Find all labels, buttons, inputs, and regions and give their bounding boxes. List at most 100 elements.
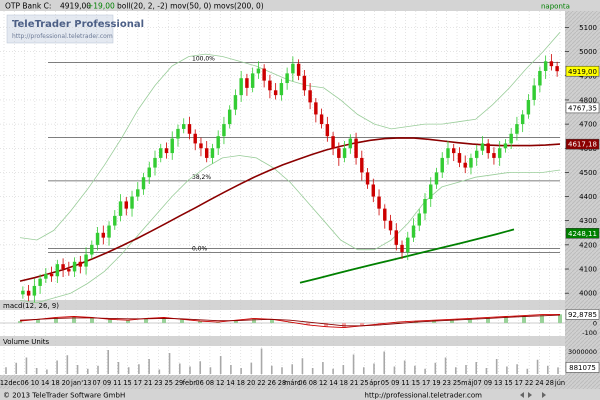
x-tick-label: 06	[20, 379, 28, 387]
y-tick-label: 4100	[579, 266, 597, 274]
x-tick-label: 25	[165, 379, 173, 387]
macd-histogram-bar	[252, 318, 256, 323]
y-tick-label: 4400	[579, 193, 597, 201]
candle-body	[84, 254, 88, 267]
macd-histogram-bar	[18, 321, 22, 323]
copyright-text: © 2013 TeleTrader Software GmbH	[3, 392, 125, 400]
candle-body	[21, 290, 25, 295]
x-tick-label: 05	[381, 379, 389, 387]
volume-label-bar	[0, 336, 565, 346]
candle-body	[429, 184, 433, 199]
instrument-name: OTP Bank C:	[5, 2, 51, 11]
x-tick-label: jún	[554, 379, 565, 387]
x-tick-label: 22	[525, 379, 533, 387]
candle-body	[95, 232, 100, 245]
candle-body	[331, 136, 335, 149]
candle-body	[159, 148, 163, 158]
candle-body	[348, 138, 353, 149]
x-tick-label: 28	[546, 379, 554, 387]
x-tick-label: 14	[329, 379, 337, 387]
candle-body	[337, 148, 341, 158]
candle-body	[164, 148, 169, 154]
macd-tick-label: 0	[593, 320, 597, 328]
macd-histogram-bar	[108, 319, 112, 323]
candle-body	[210, 148, 215, 158]
x-tick-label: 23	[443, 379, 451, 387]
candle-body	[101, 232, 106, 238]
price-label-text: 4919,00	[568, 68, 597, 76]
candle-body	[124, 201, 128, 209]
x-tick-label: 20	[62, 379, 70, 387]
x-tick-label: 26	[268, 379, 276, 387]
candle-body	[279, 83, 284, 96]
macd-histogram-bar	[558, 314, 562, 323]
macd-panel-label: macd(12, 26, 9)	[3, 302, 59, 310]
x-tick-label: 06	[195, 379, 203, 387]
candle-body	[182, 124, 186, 129]
candle-body	[543, 61, 548, 71]
candle-body	[227, 109, 232, 125]
candle-body	[273, 90, 278, 96]
candle-body	[250, 73, 255, 88]
candle-body	[153, 157, 157, 168]
candle-body	[78, 261, 83, 267]
candle-body	[360, 157, 364, 173]
x-tick-label: 23	[154, 379, 162, 387]
candle-body	[204, 148, 209, 158]
candle-body	[141, 177, 146, 190]
candle-body	[239, 78, 243, 96]
candle-body	[49, 273, 54, 277]
x-tick-label: 14	[41, 379, 49, 387]
x-tick-label: 12	[0, 379, 8, 387]
x-tick-label: '13	[81, 379, 91, 387]
macd-value-text: 92,8785	[568, 311, 597, 319]
svg-text:http://professional.teletrader: http://professional.teletrader.com	[12, 33, 113, 40]
candle-body	[474, 150, 479, 158]
candle-body	[532, 85, 536, 100]
footer-link[interactable]: http://professional.teletrader.com	[365, 392, 483, 400]
candle-body	[170, 138, 174, 154]
candle-body	[67, 269, 71, 272]
candle-body	[555, 66, 559, 72]
y-tick-label: 5100	[579, 24, 597, 32]
candle-body	[520, 114, 525, 125]
candle-body	[26, 290, 31, 296]
x-tick-label: 17	[422, 379, 430, 387]
date-axis-ticks: 12 dec 06 10 14 18 20 jan '13 07 09 11 15 17 21 23 25 29 f…	[0, 379, 565, 387]
y-tick-label: 5000	[579, 48, 597, 56]
candle-body	[492, 153, 496, 158]
x-tick-label: 09	[103, 379, 111, 387]
x-tick-label: 07	[92, 379, 100, 387]
x-tick-label: 09	[484, 379, 492, 387]
candle-body	[394, 230, 398, 245]
x-tick-label: máj	[461, 379, 473, 387]
volume-panel-label: Volume Units	[3, 338, 50, 346]
chart-window: OTP Bank C: 4919,00 +19,00 boll(20, 2, -…	[0, 0, 600, 400]
candle-body	[55, 264, 60, 277]
candle-body	[291, 63, 295, 74]
y-tick-label: 4300	[579, 217, 597, 225]
x-tick-label: 17	[134, 379, 142, 387]
candle-body	[216, 136, 220, 149]
candle-body	[176, 128, 180, 139]
x-tick-label: 18	[51, 379, 59, 387]
candle-body	[417, 213, 421, 226]
candle-body	[193, 133, 197, 144]
candle-body	[90, 244, 94, 255]
x-tick-label: 22	[257, 379, 265, 387]
candle-body	[118, 201, 123, 216]
candle-body	[406, 237, 410, 253]
y-tick-label: 4700	[579, 121, 597, 129]
candle-body	[296, 63, 301, 76]
candle-body	[388, 220, 393, 231]
candle-body	[325, 124, 330, 137]
candle-body	[400, 244, 404, 253]
x-tick-label: ápr	[369, 379, 380, 387]
price-label-text: 4767,35	[568, 105, 597, 113]
candle-body	[365, 172, 370, 185]
x-tick-label: 19	[432, 379, 440, 387]
candle-body	[497, 148, 502, 158]
candle-body	[434, 172, 439, 185]
x-tick-label: 14	[226, 379, 234, 387]
x-tick-label: 15	[123, 379, 131, 387]
